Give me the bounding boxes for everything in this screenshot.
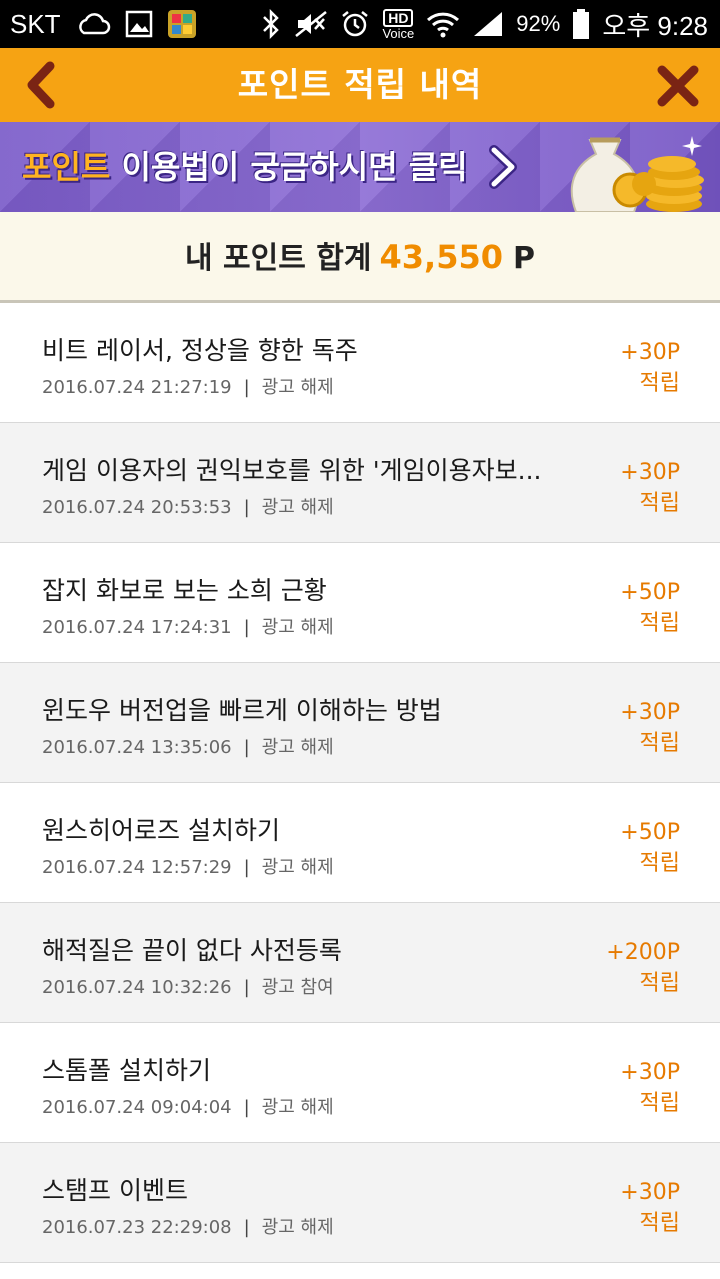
item-status: 적립 <box>639 491 680 516</box>
list-item[interactable]: 게임 이용자의 권익보호를 위한 '게임이용자보... 2016.07.24 2… <box>0 423 720 543</box>
item-type: 광고 해제 <box>261 737 334 758</box>
points-guide-banner[interactable]: 포인트 이용법이 궁금하시면 클릭 <box>0 122 720 212</box>
item-title: 원스히어로즈 설치하기 <box>42 816 280 845</box>
item-status: 적립 <box>639 731 680 756</box>
item-points-value: +30P <box>620 460 680 485</box>
item-datetime: 2016.07.23 22:29:08 <box>42 1217 232 1238</box>
item-points: +30P 적립 <box>620 457 680 519</box>
item-status: 적립 <box>639 1091 680 1116</box>
clock: 오후 9:28 <box>602 10 708 41</box>
item-type: 광고 참여 <box>261 977 334 998</box>
total-amount: 43,550 <box>379 238 503 276</box>
bluetooth-icon <box>260 9 282 39</box>
item-status: 적립 <box>639 1211 680 1236</box>
item-points-value: +50P <box>620 580 680 605</box>
signal-icon <box>472 10 504 38</box>
item-type: 광고 해제 <box>261 617 334 638</box>
banner-text: 포인트 이용법이 궁금하시면 클릭 <box>22 122 468 212</box>
banner-label: 이용법이 궁금하시면 클릭 <box>110 148 468 186</box>
item-status: 적립 <box>639 611 680 636</box>
item-points-value: +50P <box>620 820 680 845</box>
item-type: 광고 해제 <box>261 1217 334 1238</box>
item-points: +30P 적립 <box>620 1057 680 1119</box>
total-unit: P <box>512 241 535 276</box>
hd-label: HD <box>383 8 414 27</box>
list-item[interactable]: 잡지 화보로 보는 소희 근황 2016.07.24 17:24:31 | 광고 해… <box>0 543 720 663</box>
item-datetime: 2016.07.24 09:04:04 <box>42 1097 232 1118</box>
item-points: +200P 적립 <box>606 937 680 999</box>
status-bar: SKT HD Voice 92% 오후 9:28 <box>0 0 720 48</box>
item-type: 광고 해제 <box>261 1097 334 1118</box>
close-button[interactable] <box>654 62 702 110</box>
item-points-value: +200P <box>606 940 680 965</box>
close-icon <box>657 65 699 107</box>
item-datetime: 2016.07.24 13:35:06 <box>42 737 232 758</box>
item-points-value: +30P <box>620 1060 680 1085</box>
item-status: 적립 <box>639 371 680 396</box>
list-item[interactable]: 비트 레이서, 정상을 향한 독주 2016.07.24 21:27:19 | 광고… <box>0 303 720 423</box>
app-header: 포인트 적립 내역 <box>0 48 720 123</box>
item-title: 스탬프 이벤트 <box>42 1176 188 1205</box>
item-meta: 2016.07.24 20:53:53 | 광고 해제 <box>42 497 334 518</box>
item-title: 스톰폴 설치하기 <box>42 1056 211 1085</box>
item-meta: 2016.07.24 09:04:04 | 광고 해제 <box>42 1097 334 1118</box>
gallery-icon <box>125 10 153 38</box>
wifi-icon <box>426 10 460 38</box>
list-item[interactable]: 스탬프 이벤트 2016.07.23 22:29:08 | 광고 해제 +30P 적립 <box>0 1143 720 1263</box>
mute-icon <box>294 9 328 39</box>
list-item[interactable]: 윈도우 버전업을 빠르게 이해하는 방법 2016.07.24 13:35:06… <box>0 663 720 783</box>
chevron-right-icon <box>489 145 517 189</box>
alarm-icon <box>340 9 370 39</box>
item-datetime: 2016.07.24 21:27:19 <box>42 377 232 398</box>
points-total: 내 포인트 합계 43,550 P <box>0 212 720 303</box>
item-title: 윈도우 버전업을 빠르게 이해하는 방법 <box>42 696 442 725</box>
list-item[interactable]: 원스히어로즈 설치하기 2016.07.24 12:57:29 | 광고 해제 +5… <box>0 783 720 903</box>
item-status: 적립 <box>639 971 680 996</box>
item-meta: 2016.07.24 12:57:29 | 광고 해제 <box>42 857 334 878</box>
item-type: 광고 해제 <box>261 857 334 878</box>
item-points: +30P 적립 <box>620 337 680 399</box>
item-meta: 2016.07.24 13:35:06 | 광고 해제 <box>42 737 334 758</box>
item-points: +30P 적립 <box>620 697 680 759</box>
item-datetime: 2016.07.24 10:32:26 <box>42 977 232 998</box>
item-type: 광고 해제 <box>261 497 334 518</box>
page-title: 포인트 적립 내역 <box>237 65 483 104</box>
item-title: 해적질은 끝이 없다 사전등록 <box>42 936 342 965</box>
item-type: 광고 해제 <box>261 377 334 398</box>
hd-voice-indicator: HD Voice <box>382 8 415 41</box>
item-meta: 2016.07.23 22:29:08 | 광고 해제 <box>42 1217 334 1238</box>
item-meta: 2016.07.24 17:24:31 | 광고 해제 <box>42 617 334 638</box>
item-points: +50P 적립 <box>620 817 680 879</box>
item-points: +50P 적립 <box>620 577 680 639</box>
banner-highlight: 포인트 <box>22 148 111 186</box>
item-title: 게임 이용자의 권익보호를 위한 '게임이용자보... <box>42 456 542 485</box>
money-bag-icon <box>570 136 704 212</box>
item-points: +30P 적립 <box>620 1177 680 1239</box>
points-history-list: 비트 레이서, 정상을 향한 독주 2016.07.24 21:27:19 | 광고… <box>0 303 720 1263</box>
item-title: 비트 레이서, 정상을 향한 독주 <box>42 336 358 365</box>
item-points-value: +30P <box>620 700 680 725</box>
item-points-value: +30P <box>620 1180 680 1205</box>
total-label: 내 포인트 합계 <box>185 241 372 276</box>
item-status: 적립 <box>639 851 680 876</box>
battery-percent: 92% <box>516 11 561 36</box>
item-title: 잡지 화보로 보는 소희 근황 <box>42 576 327 605</box>
carrier-label: SKT <box>10 8 61 39</box>
list-item[interactable]: 스톰폴 설치하기 2016.07.24 09:04:04 | 광고 해제 +30P 적… <box>0 1023 720 1143</box>
item-datetime: 2016.07.24 12:57:29 <box>42 857 232 878</box>
item-datetime: 2016.07.24 17:24:31 <box>42 617 232 638</box>
item-datetime: 2016.07.24 20:53:53 <box>42 497 232 518</box>
item-points-value: +30P <box>620 340 680 365</box>
item-meta: 2016.07.24 10:32:26 | 광고 참여 <box>42 977 334 998</box>
battery-icon <box>572 8 590 40</box>
app-icon <box>167 9 197 39</box>
voice-label: Voice <box>382 25 415 41</box>
cloud-icon <box>75 12 111 36</box>
item-meta: 2016.07.24 21:27:19 | 광고 해제 <box>42 377 334 398</box>
list-item[interactable]: 해적질은 끝이 없다 사전등록 2016.07.24 10:32:26 | 광고 참… <box>0 903 720 1023</box>
